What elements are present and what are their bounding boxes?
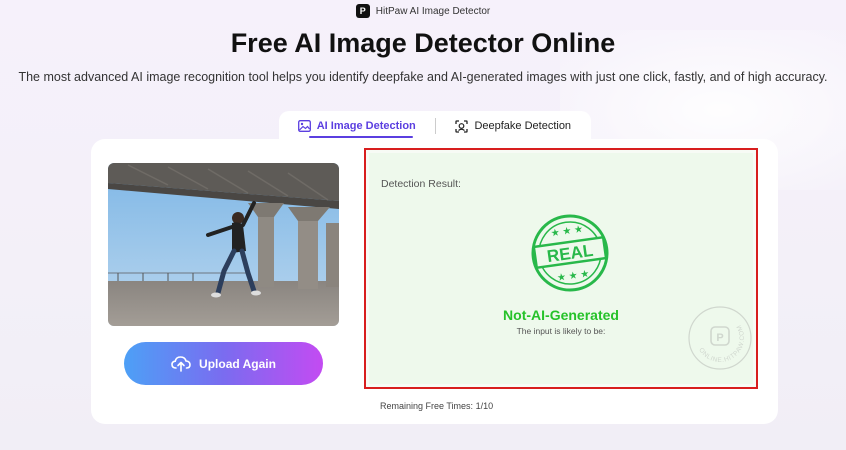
upload-cloud-icon: [171, 356, 191, 372]
tab-ai-image-detection[interactable]: AI Image Detection: [279, 111, 435, 141]
tab-label: AI Image Detection: [316, 120, 416, 132]
brand-header: P HitPaw AI Image Detector: [0, 4, 846, 18]
face-scan-icon: [455, 119, 469, 133]
upload-again-button[interactable]: Upload Again: [124, 342, 323, 385]
brand-name: HitPaw AI Image Detector: [375, 5, 491, 17]
remaining-value: 1/10: [475, 401, 494, 411]
detection-result-label: Detection Result:: [381, 178, 461, 190]
result-inner: Detection Result: ★ ★ ★ REAL ★ ★ ★ Not-A…: [369, 153, 753, 384]
hitpaw-watermark-icon: P ONLINE.HITPAW.COM: [688, 306, 752, 370]
tab-label: Deepfake Detection: [474, 120, 572, 132]
remaining-label: Remaining Free Times:: [380, 401, 474, 411]
detection-tabs: AI Image Detection Deepfake Detection: [279, 111, 591, 141]
page-title: Free AI Image Detector Online: [230, 28, 616, 58]
photo-dancer-under-bridge: [108, 163, 339, 326]
remaining-free-times: Remaining Free Times: 1/10: [380, 401, 493, 411]
image-icon: [297, 120, 311, 132]
real-stamp-icon: ★ ★ ★ REAL ★ ★ ★: [531, 214, 609, 292]
detection-result-panel: Detection Result: ★ ★ ★ REAL ★ ★ ★ Not-A…: [364, 148, 758, 389]
upload-again-label: Upload Again: [199, 356, 276, 371]
uploaded-photo: [108, 163, 339, 326]
page-subtitle: The most advanced AI image recognition t…: [18, 70, 828, 84]
tab-deepfake-detection[interactable]: Deepfake Detection: [436, 111, 592, 141]
svg-text:★ ★ ★: ★ ★ ★: [556, 269, 590, 284]
hitpaw-logo-icon: P: [355, 4, 370, 18]
svg-text:P: P: [716, 332, 723, 344]
